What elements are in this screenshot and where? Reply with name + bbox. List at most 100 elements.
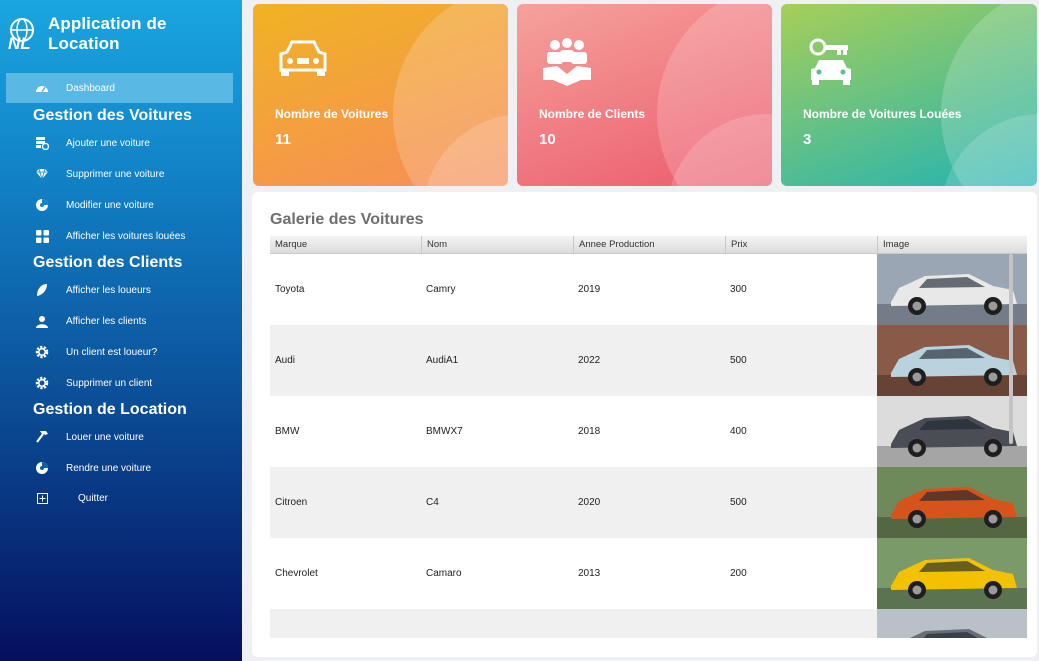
cell-marque: Audi [275,355,296,366]
cell-prix: 200 [730,568,747,579]
cell-annee: 2013 [578,568,601,579]
app-title: Application de Location [48,14,167,53]
sidebar-item-label: Rendre une voiture [66,462,152,474]
sidebar-item-supprimer-voiture[interactable]: Supprimer une voiture [6,159,233,189]
cell-marque: Chevrolet [275,568,318,579]
column-header-image[interactable]: Image [877,236,1027,254]
table-row[interactable]: Citroen C4 2020 500 [270,467,1027,538]
table-row[interactable]: Chevrolet Camaro 2013 200 [270,538,1027,609]
sidebar-item-client-loueur[interactable]: Un client est loueur? [6,337,233,367]
sidebar-item-label: Supprimer un client [66,377,153,389]
section-title-clients: Gestion des Clients [33,254,183,271]
car-image [877,538,1027,609]
car-key-icon [809,38,861,86]
cell-marque: Toyota [275,284,305,295]
user-icon [35,314,49,328]
exit-icon [35,491,49,505]
cell-nom: BMWX7 [426,426,463,437]
stat-card-voitures-louees: Nombre de Voitures Louées 3 [781,4,1037,186]
stat-title: Nombre de Voitures [275,107,389,121]
sidebar-item-voitures-louees[interactable]: Afficher les voitures louées [6,221,233,251]
handshake-icon [541,38,593,86]
column-header-annee[interactable]: Annee Production [573,236,725,254]
table-scrollbar[interactable] [1009,254,1013,444]
sidebar-item-label: Afficher les voitures louées [66,230,186,242]
sidebar-item-label: Modifier une voiture [66,199,154,211]
hammer-icon [35,430,49,444]
sidebar-item-label: Ajouter une voiture [66,137,150,149]
column-header-prix[interactable]: Prix [725,236,877,254]
car-image [877,325,1027,396]
add-car-icon [35,136,49,150]
logo-text: NL [8,34,31,53]
sidebar-item-label: Un client est loueur? [66,346,158,358]
sidebar-item-afficher-clients[interactable]: Afficher les clients [6,306,233,336]
sidebar-item-ajouter-voiture[interactable]: Ajouter une voiture [6,128,233,158]
cell-nom: Camry [426,284,456,295]
table-row[interactable] [270,609,1027,638]
sidebar-item-label: Louer une voiture [66,431,144,443]
sidebar-item-modifier-voiture[interactable]: Modifier une voiture [6,190,233,220]
sidebar-item-label: Afficher les clients [66,315,147,327]
table-row[interactable]: Toyota Camry 2019 300 [270,254,1027,325]
sidebar-item-supprimer-client[interactable]: Supprimer un client [6,368,233,398]
sidebar-item-label: Quitter [78,492,109,504]
renters-icon [35,283,49,297]
app-logo: NL [6,16,42,53]
cell-marque [270,609,421,638]
car-image [877,609,1027,638]
cell-nom [421,609,573,638]
cell-nom: Camaro [426,568,462,579]
return-icon [35,461,49,475]
cell-marque: Citroen [275,497,308,508]
table-row[interactable]: Audi AudiA1 2022 500 [270,325,1027,396]
cell-annee: 2020 [578,497,601,508]
cell-prix: 500 [730,497,747,508]
cell-marque: BMW [275,426,300,437]
gallery-panel: Galerie des Voitures Marque Nom Annee Pr… [252,192,1037,657]
edit-car-icon [35,198,49,212]
delete-car-icon [35,167,49,181]
stat-card-clients: Nombre de Clients 10 [517,4,772,186]
car-image [877,467,1027,538]
stat-value: 3 [803,131,812,148]
grid-icon [35,229,49,243]
sidebar-item-dashboard[interactable]: Dashboard [6,73,233,103]
cell-nom: AudiA1 [426,355,459,366]
stat-title: Nombre de Voitures Louées [803,107,962,121]
gallery-title: Galerie des Voitures [270,211,424,228]
cell-prix: 300 [730,284,747,295]
stat-value: 10 [539,131,556,148]
cell-annee: 2018 [578,426,601,437]
stat-title: Nombre de Clients [539,107,646,121]
column-header-nom[interactable]: Nom [421,236,573,254]
sidebar-item-afficher-loueurs[interactable]: Afficher les loueurs [6,275,233,305]
car-icon [277,38,329,86]
table-row[interactable]: BMW BMWX7 2018 400 [270,396,1027,467]
section-title-location: Gestion de Location [33,401,187,418]
stat-value: 11 [275,131,291,148]
stat-card-voitures: Nombre de Voitures 11 [253,4,508,186]
cell-prix: 400 [730,426,747,437]
section-title-voitures: Gestion des Voitures [33,107,192,124]
sidebar-item-quitter[interactable]: Quitter [6,483,233,513]
cell-nom: C4 [426,497,439,508]
cell-annee [573,609,725,638]
car-image [877,254,1027,325]
sidebar-item-louer-voiture[interactable]: Louer une voiture [6,422,233,452]
sidebar-item-label: Dashboard [66,82,115,94]
gear-icon [35,376,49,390]
cell-annee: 2019 [578,284,601,295]
brand: NL Application de Location [6,14,242,54]
sidebar-item-rendre-voiture[interactable]: Rendre une voiture [6,453,233,483]
sidebar-item-label: Afficher les loueurs [66,284,151,296]
sidebar: NL Application de Location Dashboard Ges… [0,0,242,661]
table-header: Marque Nom Annee Production Prix Image [270,236,1027,254]
car-image [877,396,1027,467]
cell-annee: 2022 [578,355,601,366]
column-header-marque[interactable]: Marque [270,236,421,254]
cars-table[interactable]: Marque Nom Annee Production Prix Image T… [270,236,1027,638]
cell-prix [725,609,877,638]
sidebar-item-label: Supprimer une voiture [66,168,165,180]
dashboard-icon [35,81,49,95]
